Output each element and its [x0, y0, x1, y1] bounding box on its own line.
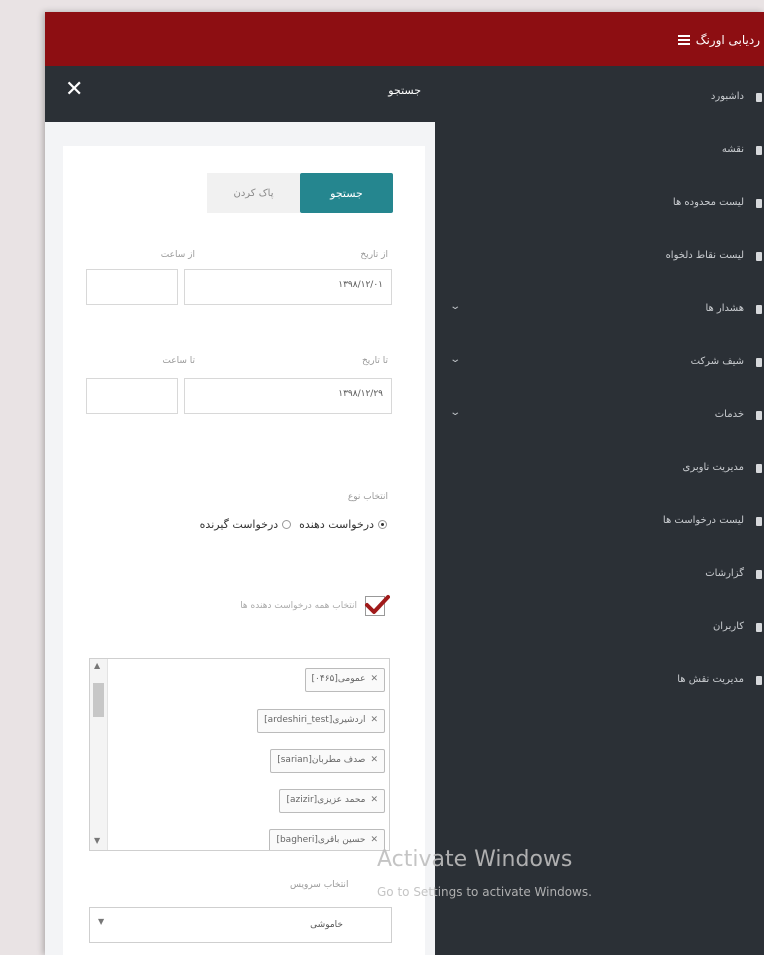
remove-chip-icon[interactable]: ✕ [370, 755, 378, 765]
app-window: ردیابی اورنگ داشبورد نقشه لیست محدوده ها… [45, 12, 764, 955]
chip[interactable]: ✕ اردشیری[ardeshiri_test] [257, 709, 385, 733]
search-panel-header: جستجو ✕ [45, 66, 435, 122]
multiselect-scrollbar[interactable]: ▲ ▼ [90, 659, 108, 850]
chip-label: صدف مطربان[sarian] [277, 755, 366, 765]
sidebar-item-dashboard[interactable]: داشبورد [435, 86, 764, 110]
chevron-down-icon: ⌄ [449, 407, 462, 418]
roles-icon [756, 676, 762, 685]
requester-multiselect[interactable]: ▲ ▼ ✕ عمومی[۰۴۶۵] ✕ اردشیری[ardeshiri_test… [89, 658, 390, 851]
pin-icon [756, 252, 762, 261]
service-label: انتخاب سرویس [290, 880, 349, 890]
chip[interactable]: ✕ عمومی[۰۴۶۵] [304, 668, 385, 692]
search-button[interactable]: جستجو [300, 173, 393, 213]
brand[interactable]: ردیابی اورنگ [677, 30, 760, 50]
select-all-label: انتخاب همه درخواست دهنده ها [240, 601, 357, 611]
sidebar-item-label: لیست محدوده ها [672, 197, 744, 208]
sidebar-item-zones[interactable]: لیست محدوده ها [435, 192, 764, 216]
sidebar-item-label: مدیریت ناوبری [682, 462, 744, 473]
checkmark-icon [365, 595, 390, 614]
chip[interactable]: ✕ صدف مطربان[sarian] [270, 749, 385, 773]
to-time-field[interactable] [86, 378, 178, 414]
to-time-label: تا ساعت [162, 356, 195, 366]
chip-label: حسین باقری[bagheri] [276, 835, 366, 845]
services-icon [756, 411, 762, 420]
remove-chip-icon[interactable]: ✕ [370, 835, 378, 845]
to-date-field[interactable]: ۱۳۹۸/۱۲/۲۹ [184, 378, 392, 414]
report-icon [756, 570, 762, 579]
sidebar-item-label: گزارشات [705, 568, 744, 579]
activate-windows-title: Activate Windows [377, 847, 573, 872]
chip-label: اردشیری[ardeshiri_test] [264, 715, 366, 725]
app-title: ردیابی اورنگ [695, 33, 760, 47]
sidebar-item-label: نقشه [721, 144, 744, 155]
sidebar-item-label: کاربران [712, 621, 744, 632]
service-select[interactable]: خاموشی ▼ [89, 907, 392, 943]
type-label: انتخاب نوع [347, 492, 388, 502]
type-radio-group: درخواست دهنده درخواست گیرنده [200, 518, 387, 531]
from-time-field[interactable] [86, 269, 178, 305]
chip-label: عمومی[۰۴۶۵] [311, 674, 366, 684]
chevron-down-icon: ⌄ [449, 301, 462, 312]
navigation-icon [756, 464, 762, 473]
from-date-label: از تاریخ [360, 250, 388, 260]
company-icon [756, 358, 762, 367]
chip-label: محمد عزیزی[azizir] [286, 795, 366, 805]
sidebar-item-requests[interactable]: لیست درخواست ها [435, 510, 764, 534]
sidebar-item-services[interactable]: خدمات ⌄ [435, 404, 764, 428]
sidebar-item-label: مدیریت نقش ها [677, 674, 744, 685]
from-date-field[interactable]: ۱۳۹۸/۱۲/۰۱ [184, 269, 392, 305]
remove-chip-icon[interactable]: ✕ [370, 715, 378, 725]
hamburger-icon[interactable] [677, 34, 690, 46]
sidebar-item-alerts[interactable]: هشدار ها ⌄ [435, 298, 764, 322]
top-bar: ردیابی اورنگ [45, 12, 764, 66]
radio-receiver[interactable] [282, 520, 292, 529]
sidebar-item-company[interactable]: شیف شرکت ⌄ [435, 351, 764, 375]
sidebar-item-users[interactable]: کاربران [435, 616, 764, 640]
dashboard-icon [756, 93, 762, 102]
zone-icon [756, 199, 762, 208]
sidebar-item-label: هشدار ها [705, 303, 744, 314]
sidebar-item-navigation[interactable]: مدیریت ناوبری [435, 457, 764, 481]
radio-requester[interactable] [378, 520, 387, 529]
chevron-down-icon: ▼ [98, 917, 105, 926]
panel-title: جستجو [388, 84, 421, 97]
sidebar-item-label: خدمات [714, 409, 744, 420]
map-icon [756, 146, 762, 155]
requests-icon [756, 517, 762, 526]
remove-chip-icon[interactable]: ✕ [370, 795, 378, 805]
sidebar-item-points[interactable]: لیست نقاط دلخواه [435, 245, 764, 269]
radio-requester-label: درخواست دهنده [299, 518, 374, 531]
sidebar-nav: داشبورد نقشه لیست محدوده ها لیست نقاط دل… [435, 66, 764, 955]
close-icon[interactable]: ✕ [65, 79, 83, 101]
sidebar-item-reports[interactable]: گزارشات [435, 563, 764, 587]
sidebar-item-label: داشبورد [710, 91, 744, 102]
scroll-down-icon[interactable]: ▼ [94, 836, 100, 845]
radio-receiver-label: درخواست گیرنده [199, 518, 279, 531]
to-date-label: تا تاریخ [361, 356, 388, 366]
sidebar-item-label: لیست درخواست ها [662, 515, 744, 526]
select-all-row: انتخاب همه درخواست دهنده ها [240, 595, 390, 616]
activate-windows-subtitle: Go to Settings to activate Windows. [377, 885, 592, 899]
sidebar-item-roles[interactable]: مدیریت نقش ها [435, 669, 764, 693]
chevron-down-icon: ⌄ [449, 354, 462, 365]
service-value: خاموشی [310, 920, 343, 930]
remove-chip-icon[interactable]: ✕ [370, 674, 378, 684]
sidebar-item-map[interactable]: نقشه [435, 139, 764, 163]
clear-button[interactable]: پاک کردن [207, 173, 300, 213]
chip[interactable]: ✕ محمد عزیزی[azizir] [279, 789, 385, 813]
select-all-checkbox[interactable] [365, 595, 390, 616]
bell-icon [756, 305, 762, 314]
chip[interactable]: ✕ حسین باقری[bagheri] [269, 829, 385, 850]
sidebar-item-label: شیف شرکت [690, 356, 744, 367]
sidebar-item-label: لیست نقاط دلخواه [665, 250, 744, 261]
scroll-up-icon[interactable]: ▲ [94, 661, 100, 670]
scrollbar-thumb[interactable] [93, 683, 104, 717]
from-time-label: از ساعت [160, 250, 195, 260]
user-icon [756, 623, 762, 632]
